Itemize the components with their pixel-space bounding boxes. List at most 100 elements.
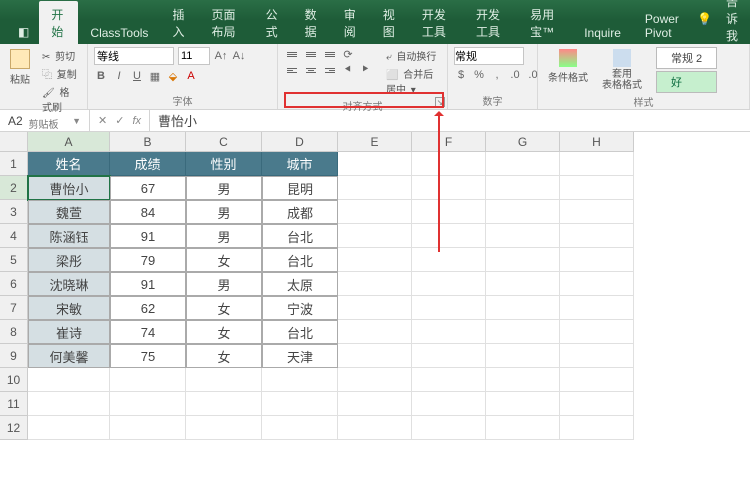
cell[interactable] <box>262 416 338 440</box>
percent-button[interactable]: % <box>472 68 486 82</box>
cell[interactable] <box>262 392 338 416</box>
conditional-format-button[interactable]: 条件格式 <box>544 47 592 86</box>
row-header[interactable]: 1 <box>0 152 28 176</box>
cell-gender[interactable]: 男 <box>186 272 262 296</box>
cell-score[interactable]: 91 <box>110 224 186 248</box>
cell[interactable] <box>486 248 560 272</box>
cell-name[interactable]: 沈晓琳 <box>28 272 110 296</box>
cell[interactable] <box>560 296 634 320</box>
cell-gender[interactable]: 男 <box>186 200 262 224</box>
cut-button[interactable]: ✂ 剪切 <box>40 47 81 64</box>
col-header[interactable]: A <box>28 132 110 152</box>
cell[interactable] <box>412 296 486 320</box>
cell[interactable] <box>186 368 262 392</box>
table-header-cell[interactable]: 姓名 <box>28 152 110 176</box>
cell[interactable] <box>486 272 560 296</box>
file-tab[interactable]: ◧ <box>8 20 39 44</box>
cell[interactable] <box>262 368 338 392</box>
table-header-cell[interactable]: 城市 <box>262 152 338 176</box>
row-header[interactable]: 5 <box>0 248 28 272</box>
cell-name[interactable]: 崔诗 <box>28 320 110 344</box>
italic-button[interactable]: I <box>112 69 126 83</box>
cell-gender[interactable]: 女 <box>186 248 262 272</box>
table-header-cell[interactable]: 性别 <box>186 152 262 176</box>
border-button[interactable]: ▦ <box>148 69 162 83</box>
currency-button[interactable]: $ <box>454 68 468 82</box>
font-color-button[interactable]: A <box>184 69 198 83</box>
tab-developer2[interactable]: 开发工具 <box>464 1 518 44</box>
cell[interactable] <box>486 224 560 248</box>
cell[interactable] <box>560 248 634 272</box>
cell[interactable] <box>412 224 486 248</box>
cell-city[interactable]: 天津 <box>262 344 338 368</box>
row-header[interactable]: 2 <box>0 176 28 200</box>
cell[interactable] <box>486 344 560 368</box>
cell[interactable] <box>110 368 186 392</box>
row-header[interactable]: 11 <box>0 392 28 416</box>
cell-score[interactable]: 84 <box>110 200 186 224</box>
cell[interactable] <box>560 320 634 344</box>
cell[interactable] <box>486 176 560 200</box>
row-header[interactable]: 8 <box>0 320 28 344</box>
cell[interactable] <box>560 368 634 392</box>
cell[interactable] <box>110 416 186 440</box>
cell[interactable] <box>186 392 262 416</box>
font-size-input[interactable] <box>178 47 210 65</box>
cell[interactable] <box>412 368 486 392</box>
col-header[interactable]: F <box>412 132 486 152</box>
cell-city[interactable]: 台北 <box>262 224 338 248</box>
cell[interactable] <box>560 272 634 296</box>
cell[interactable] <box>486 392 560 416</box>
paste-button[interactable]: 粘贴 <box>6 47 34 88</box>
increase-font-icon[interactable]: A↑ <box>214 49 228 63</box>
cell[interactable] <box>338 416 412 440</box>
cell[interactable] <box>338 152 412 176</box>
cell[interactable] <box>338 200 412 224</box>
align-middle-button[interactable] <box>303 47 319 61</box>
align-left-button[interactable] <box>284 63 300 77</box>
row-header[interactable]: 6 <box>0 272 28 296</box>
tab-page-layout[interactable]: 页面布局 <box>200 1 254 44</box>
cell-name[interactable]: 陈涵钰 <box>28 224 110 248</box>
cell-score[interactable]: 75 <box>110 344 186 368</box>
cell[interactable] <box>110 392 186 416</box>
cell[interactable] <box>412 248 486 272</box>
cell[interactable] <box>338 296 412 320</box>
row-header[interactable]: 12 <box>0 416 28 440</box>
fx-icon[interactable]: fx <box>132 115 141 127</box>
tab-data[interactable]: 数据 <box>293 1 332 44</box>
cell-city[interactable]: 昆明 <box>262 176 338 200</box>
formula-input[interactable]: 曹怡小 <box>150 110 750 131</box>
font-name-input[interactable] <box>94 47 174 65</box>
tab-review[interactable]: 审阅 <box>332 1 371 44</box>
cell[interactable] <box>186 416 262 440</box>
number-format-select[interactable] <box>454 47 524 65</box>
tab-addin[interactable]: 易用宝™ <box>518 1 572 44</box>
cell-gender[interactable]: 女 <box>186 296 262 320</box>
cell-gender[interactable]: 男 <box>186 224 262 248</box>
cell[interactable] <box>338 368 412 392</box>
col-header[interactable]: C <box>186 132 262 152</box>
align-right-button[interactable] <box>322 63 338 77</box>
cell-score[interactable]: 91 <box>110 272 186 296</box>
cell[interactable] <box>28 368 110 392</box>
align-center-button[interactable] <box>303 63 319 77</box>
underline-button[interactable]: U <box>130 69 144 83</box>
cell-gender[interactable]: 女 <box>186 344 262 368</box>
cell-gender[interactable]: 女 <box>186 320 262 344</box>
cell[interactable] <box>486 296 560 320</box>
cell[interactable] <box>338 344 412 368</box>
style-normal[interactable]: 常规 2 <box>656 47 717 69</box>
format-painter-button[interactable]: 🖌 格式刷 <box>40 83 81 115</box>
cell-name[interactable]: 曹怡小 <box>28 176 110 200</box>
cell[interactable] <box>338 248 412 272</box>
cell-gender[interactable]: 男 <box>186 176 262 200</box>
cell[interactable] <box>486 368 560 392</box>
cell[interactable] <box>338 320 412 344</box>
cell[interactable] <box>486 152 560 176</box>
cell-name[interactable]: 宋敏 <box>28 296 110 320</box>
cell[interactable] <box>412 176 486 200</box>
tell-me[interactable]: 告诉我 <box>726 0 738 44</box>
cell[interactable] <box>412 272 486 296</box>
tab-view[interactable]: 视图 <box>371 1 410 44</box>
